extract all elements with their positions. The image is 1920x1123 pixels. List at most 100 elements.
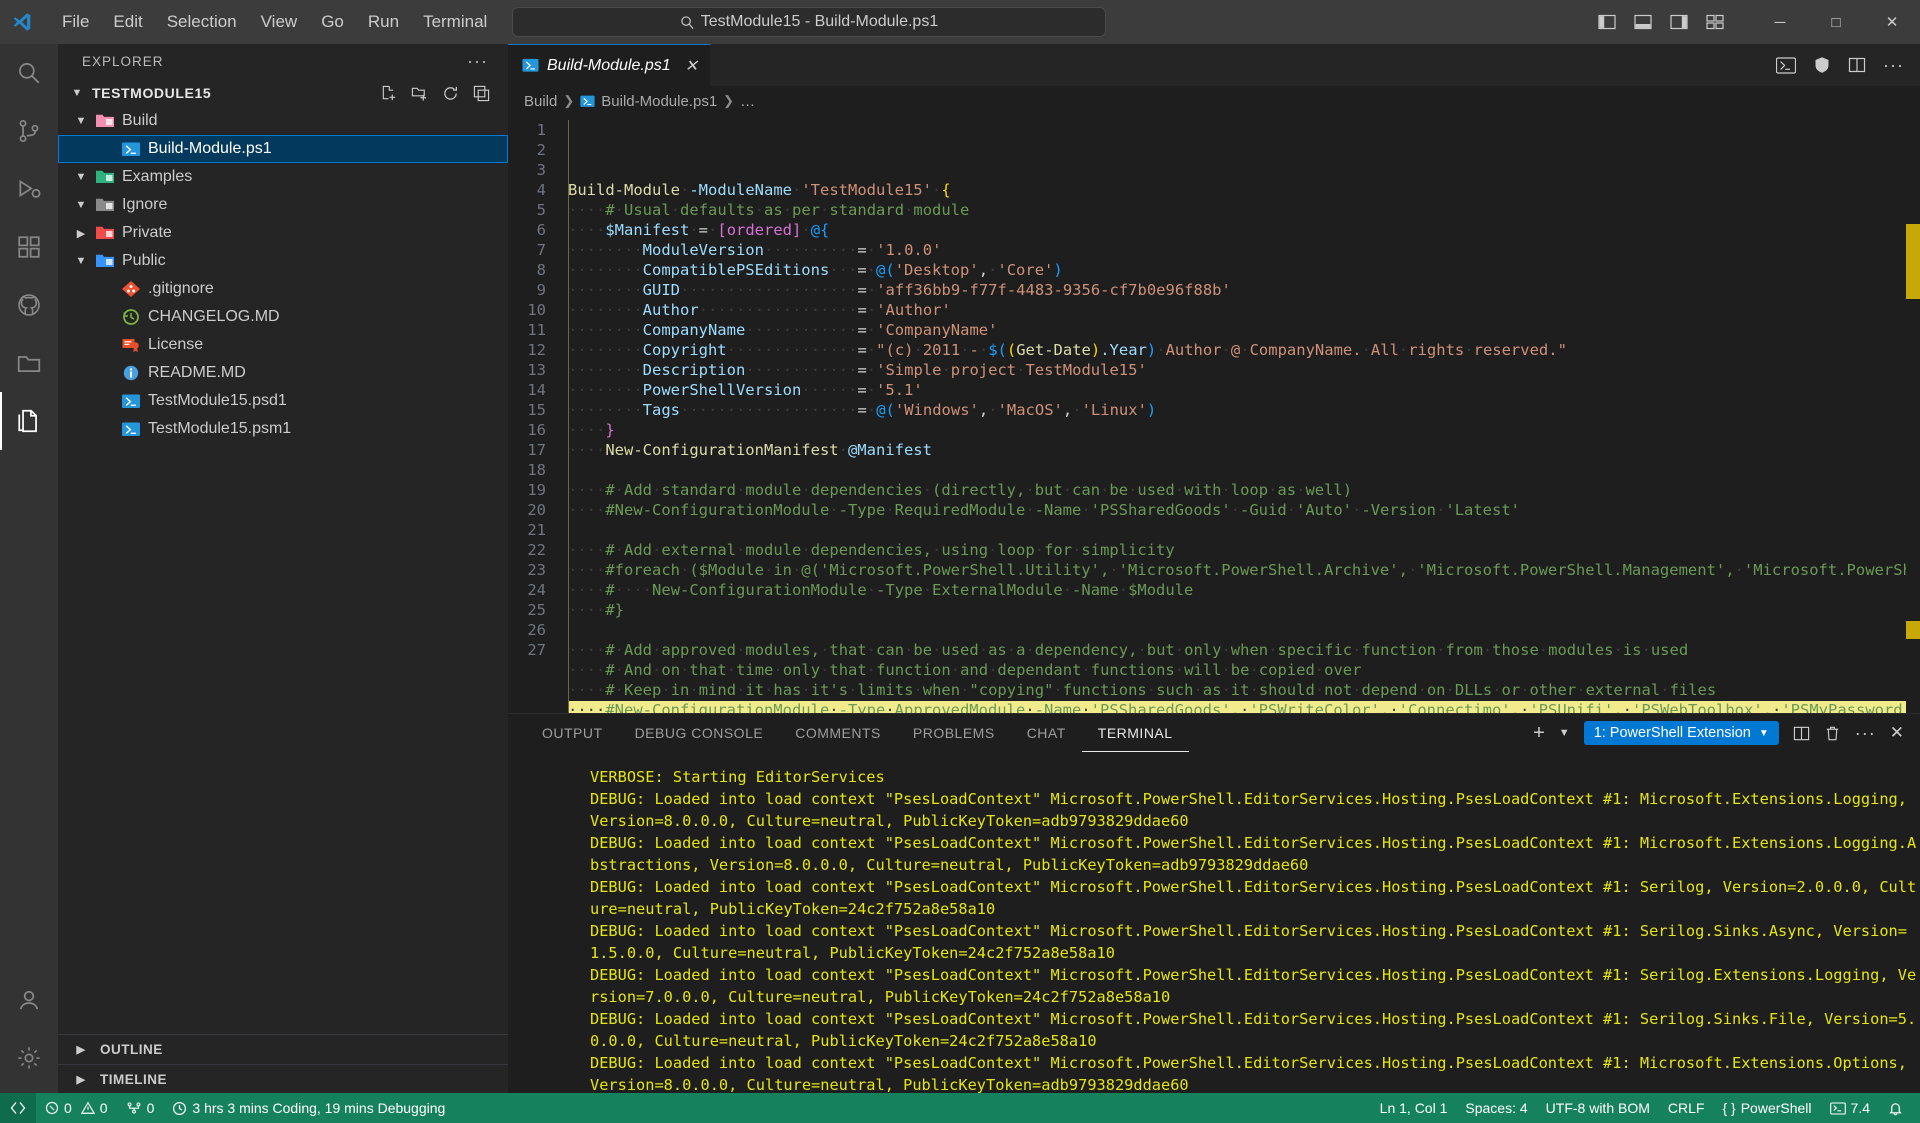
activity-extensions[interactable] — [0, 218, 58, 276]
tab-output[interactable]: OUTPUT — [526, 714, 619, 752]
editor-scrollbar[interactable] — [1906, 116, 1920, 713]
activity-accounts[interactable] — [0, 971, 58, 1029]
explorer-more-actions-icon[interactable]: ··· — [467, 51, 488, 72]
section-timeline[interactable]: ▶ TIMELINE — [58, 1064, 508, 1093]
code-line[interactable]: ········PowerShellVersion······=·'5.1' — [568, 380, 1920, 400]
trash-icon[interactable] — [1824, 725, 1841, 742]
status-ports[interactable]: 0 — [117, 1093, 164, 1123]
code-line[interactable]: ········Description············=·'Simple… — [568, 360, 1920, 380]
code-line[interactable]: ····#····New-ConfigurationModule·-Type·E… — [568, 580, 1920, 600]
activity-run-and-debug[interactable] — [0, 160, 58, 218]
breadcrumb-folder[interactable]: Build — [524, 93, 557, 110]
quick-input-bar[interactable]: TestModule15 - Build-Module.ps1 — [512, 7, 1106, 37]
toggle-secondary-sidebar-icon[interactable] — [1670, 14, 1688, 30]
tab-problems[interactable]: PROBLEMS — [897, 714, 1011, 752]
status-editor-position[interactable]: Ln 1, Col 1 — [1371, 1093, 1457, 1123]
code-line[interactable]: ····#·Keep·in·mind·it·has·it's·limits·wh… — [568, 680, 1920, 700]
tab-terminal[interactable]: TERMINAL — [1081, 714, 1189, 752]
code-line[interactable]: ····#·Usual·defaults·as·per·standard·mod… — [568, 200, 1920, 220]
new-terminal-icon[interactable]: + — [1533, 722, 1545, 745]
breadcrumb-symbol[interactable]: … — [740, 93, 755, 110]
terminal-output[interactable]: VERBOSE: Starting EditorServices DEBUG: L… — [508, 752, 1920, 1093]
split-editor-icon[interactable] — [1848, 56, 1866, 74]
status-eol[interactable]: CRLF — [1659, 1093, 1714, 1123]
code-line[interactable]: ········Author·················=·'Author… — [568, 300, 1920, 320]
close-button[interactable]: ✕ — [1864, 0, 1920, 44]
breadcrumb-file[interactable]: Build-Module.ps1 — [601, 93, 717, 110]
close-icon[interactable]: ✕ — [685, 56, 698, 76]
status-notifications[interactable] — [1879, 1093, 1912, 1123]
status-language-mode[interactable]: { } PowerShell — [1713, 1093, 1820, 1123]
code-content[interactable]: Build-Module·-ModuleName·'TestModule15'·… — [568, 116, 1920, 713]
code-line[interactable]: ········CompanyName············=·'Compan… — [568, 320, 1920, 340]
status-powershell-version[interactable]: 7.4 — [1821, 1093, 1879, 1123]
collapse-all-icon[interactable] — [473, 85, 490, 102]
code-line[interactable]: ····#·And·on·that·time·only·that·functio… — [568, 660, 1920, 680]
code-line[interactable]: ····$Manifest·=·[ordered]·@{ — [568, 220, 1920, 240]
project-root-row[interactable]: ▼ TESTMODULE15 — [58, 79, 508, 107]
new-folder-icon[interactable] — [411, 85, 428, 102]
code-line[interactable] — [568, 520, 1920, 540]
code-line[interactable]: ····#·Add·standard·module·dependencies·(… — [568, 480, 1920, 500]
chevron-down-icon[interactable]: ▼ — [70, 171, 92, 183]
status-problems[interactable]: 0 0 — [36, 1093, 117, 1123]
code-editor[interactable]: 1 2 3 4 5 6 7 8 9 10 11 12 13 14 15 16 17 18 19 20 21 22 23 24 2… — [508, 116, 1920, 713]
status-wakatime[interactable]: 3 hrs 3 mins Coding, 19 mins Debugging — [163, 1093, 454, 1123]
toggle-primary-sidebar-icon[interactable] — [1598, 14, 1616, 30]
shield-icon[interactable] — [1813, 56, 1831, 74]
status-indentation[interactable]: Spaces: 4 — [1456, 1093, 1536, 1123]
tree-folder-row[interactable]: ▼ Public — [58, 247, 508, 275]
maximize-button[interactable]: □ — [1808, 0, 1864, 44]
menu-selection[interactable]: Selection — [155, 8, 249, 36]
tree-folder-row[interactable]: ▼ Examples — [58, 163, 508, 191]
tree-folder-row[interactable]: ▼ Ignore — [58, 191, 508, 219]
refresh-icon[interactable] — [442, 85, 459, 102]
chevron-down-icon[interactable]: ▼ — [70, 199, 92, 211]
chevron-right-icon[interactable]: ▶ — [70, 227, 92, 240]
toggle-panel-icon[interactable] — [1634, 14, 1652, 30]
chevron-down-icon[interactable]: ▼ — [70, 115, 92, 127]
menu-run[interactable]: Run — [356, 8, 411, 36]
code-line[interactable]: ····#·Add·approved·modules,·that·can·be·… — [568, 640, 1920, 660]
menu-bar[interactable]: File Edit Selection View Go Run Terminal… — [50, 8, 558, 36]
code-line[interactable] — [568, 460, 1920, 480]
code-line[interactable]: ········GUID···················=·'aff36b… — [568, 280, 1920, 300]
menu-view[interactable]: View — [249, 8, 310, 36]
code-line[interactable]: ········Copyright··············=·"(c)·20… — [568, 340, 1920, 360]
minimize-button[interactable]: ─ — [1752, 0, 1808, 44]
tree-file-row[interactable]: .gitignore — [58, 275, 508, 303]
terminal-selector[interactable]: 1: PowerShell Extension ▼ — [1583, 721, 1779, 745]
customize-layout-icon[interactable] — [1706, 14, 1724, 30]
file-tree[interactable]: ▼ Build Build-Module.ps1 ▼ Examples ▼ Ignore ▶ P… — [58, 107, 508, 1034]
more-actions-icon[interactable]: ··· — [1883, 55, 1904, 76]
code-line[interactable]: ········ModuleVersion··········=·'1.0.0' — [568, 240, 1920, 260]
activity-explorer[interactable] — [0, 392, 58, 450]
activity-source-control[interactable] — [0, 102, 58, 160]
code-line[interactable]: ····} — [568, 420, 1920, 440]
remote-indicator[interactable] — [0, 1093, 36, 1123]
close-icon[interactable]: ✕ — [1890, 723, 1904, 743]
code-line[interactable]: ····#foreach·($Module·in·@('Microsoft.Po… — [568, 560, 1920, 580]
more-actions-icon[interactable]: ··· — [1855, 723, 1876, 744]
activity-remote-explorer[interactable] — [0, 334, 58, 392]
tree-file-row[interactable]: License — [58, 331, 508, 359]
code-line[interactable] — [568, 620, 1920, 640]
code-line[interactable]: Build-Module·-ModuleName·'TestModule15'·… — [568, 180, 1920, 200]
menu-go[interactable]: Go — [309, 8, 356, 36]
code-line[interactable]: ········Tags···················=·@('Wind… — [568, 400, 1920, 420]
tree-file-row[interactable]: TestModule15.psd1 — [58, 387, 508, 415]
tab-comments[interactable]: COMMENTS — [779, 714, 897, 752]
chevron-down-icon[interactable]: ▼ — [1559, 727, 1570, 739]
breadcrumb[interactable]: Build ❯ Build-Module.ps1 ❯ … — [508, 86, 1920, 116]
chevron-down-icon[interactable]: ▼ — [66, 87, 88, 99]
code-line[interactable]: ····#·Add·external·module·dependencies,·… — [568, 540, 1920, 560]
menu-edit[interactable]: Edit — [101, 8, 154, 36]
chevron-down-icon[interactable]: ▼ — [70, 255, 92, 267]
code-line[interactable]: ····#New-ConfigurationModule·-Type·Appro… — [568, 700, 1920, 713]
status-encoding[interactable]: UTF-8 with BOM — [1537, 1093, 1659, 1123]
tab-build-module-ps1[interactable]: Build-Module.ps1 ✕ — [508, 44, 712, 86]
activity-manage-settings[interactable] — [0, 1029, 58, 1087]
tree-folder-row[interactable]: ▶ Private — [58, 219, 508, 247]
tree-folder-row[interactable]: ▼ Build — [58, 107, 508, 135]
menu-file[interactable]: File — [50, 8, 101, 36]
